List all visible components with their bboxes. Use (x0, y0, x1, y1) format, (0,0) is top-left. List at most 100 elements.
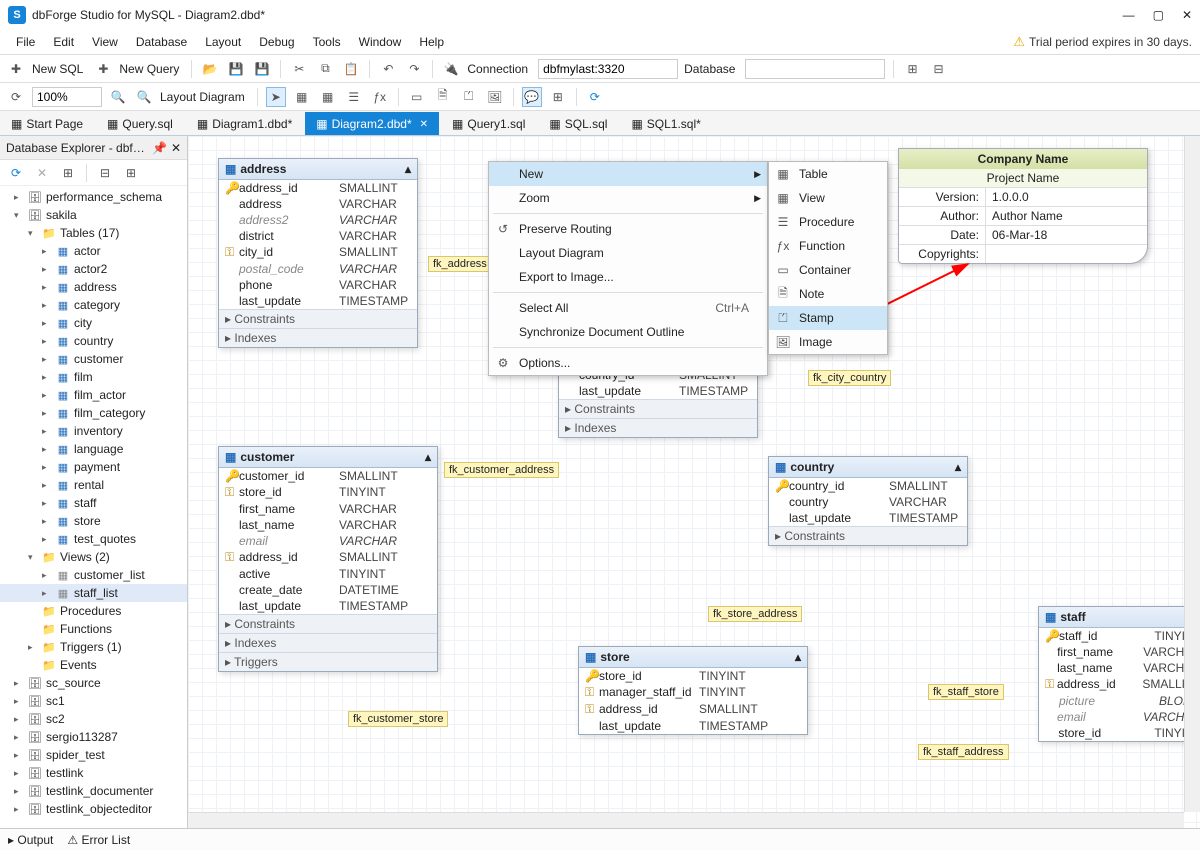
error-list-tab[interactable]: ⚠ Error List (67, 833, 130, 847)
new-sql-button[interactable]: New SQL (32, 62, 83, 76)
add-proc-icon[interactable]: ☰ (344, 87, 364, 107)
tree-node[interactable]: ▸staff (0, 494, 187, 512)
tree-node[interactable]: Events (0, 656, 187, 674)
menu-item[interactable]: Layout Diagram (489, 241, 767, 265)
pointer-icon[interactable]: ➤ (266, 87, 286, 107)
note-toggle-icon[interactable]: 💬 (522, 87, 542, 107)
tree-node[interactable]: ▾Tables (17) (0, 224, 187, 242)
entity-customer[interactable]: ▦customer▴ 🔑customer_idSMALLINT⚿store_id… (218, 446, 438, 672)
menu-item[interactable]: ⏍Stamp (769, 306, 887, 330)
tree-node[interactable]: ▸language (0, 440, 187, 458)
entity-city-partial[interactable]: country_idSMALLINTlast_updateTIMESTAMP▸ … (558, 366, 758, 438)
menu-item[interactable]: ▦View (769, 186, 887, 210)
menu-debug[interactable]: Debug (251, 32, 302, 52)
refresh-tree-icon[interactable]: ⟳ (6, 163, 26, 183)
note-icon[interactable]: 🗎 (433, 87, 453, 107)
close-panel-icon[interactable]: ✕ (171, 141, 181, 155)
context-menu-main[interactable]: New▶Zoom▶ ↺Preserve RoutingLayout Diagram… (488, 161, 768, 376)
menu-item[interactable]: New▶ (489, 162, 767, 186)
minimize-button[interactable]: — (1123, 8, 1135, 22)
tree-node[interactable]: ▸testlink (0, 764, 187, 782)
menu-item[interactable]: ↺Preserve Routing (489, 217, 767, 241)
connection-icon[interactable]: 🔌 (441, 59, 461, 79)
doc-tab[interactable]: ▦Query1.sql (441, 112, 536, 135)
entity-address[interactable]: ▦address▴ 🔑address_idSMALLINTaddressVARC… (218, 158, 418, 348)
collapse-icon[interactable]: ▴ (955, 460, 961, 474)
horizontal-scrollbar[interactable] (188, 812, 1184, 828)
paste-icon[interactable]: 📋 (341, 59, 361, 79)
tree-node[interactable]: ▸actor (0, 242, 187, 260)
tree-node[interactable]: ▸actor2 (0, 260, 187, 278)
doc-tab[interactable]: ▦SQL.sql (538, 112, 618, 135)
tree-node[interactable]: ▸customer_list (0, 566, 187, 584)
cut-icon[interactable]: ✂ (289, 59, 309, 79)
new-sql-icon[interactable]: ✚ (6, 59, 26, 79)
tree-node[interactable]: Functions (0, 620, 187, 638)
new-query-icon[interactable]: ✚ (93, 59, 113, 79)
save-all-icon[interactable]: 💾 (252, 59, 272, 79)
tree-node[interactable]: ▸staff_list (0, 584, 187, 602)
menu-item[interactable]: 🖼Image (769, 330, 887, 354)
menu-item[interactable]: 🗎Note (769, 282, 887, 306)
explorer-tree[interactable]: ▸performance_schema▾sakila▾Tables (17)▸a… (0, 186, 187, 828)
tree-node[interactable]: ▾Views (2) (0, 548, 187, 566)
menu-layout[interactable]: Layout (197, 32, 249, 52)
menu-file[interactable]: File (8, 32, 43, 52)
menu-edit[interactable]: Edit (45, 32, 82, 52)
menu-item[interactable]: Export to Image... (489, 265, 767, 289)
tree-node[interactable]: ▸test_quotes (0, 530, 187, 548)
entity-section[interactable]: ▸ Indexes (559, 418, 757, 437)
tree-node[interactable]: ▸spider_test (0, 746, 187, 764)
doc-tab[interactable]: ▦Start Page (0, 112, 94, 135)
tree-node[interactable]: ▸film (0, 368, 187, 386)
tree-node[interactable]: ▾sakila (0, 206, 187, 224)
tree-node[interactable]: ▸category (0, 296, 187, 314)
menu-item[interactable]: Synchronize Document Outline (489, 320, 767, 344)
image-icon[interactable]: 🖼 (485, 87, 505, 107)
add-func-icon[interactable]: ƒx (370, 87, 390, 107)
delete-tree-icon[interactable]: ✕ (32, 163, 52, 183)
database-combo[interactable] (745, 59, 885, 79)
tree-node[interactable]: ▸city (0, 314, 187, 332)
menu-item[interactable]: Zoom▶ (489, 186, 767, 210)
sync-icon[interactable]: ⟳ (585, 87, 605, 107)
menu-view[interactable]: View (84, 32, 126, 52)
tree-node[interactable]: ▸testlink_objecteditor (0, 800, 187, 818)
entity-section[interactable]: ▸ Constraints (559, 399, 757, 418)
connection-combo[interactable] (538, 59, 678, 79)
collapse-icon[interactable]: ▴ (405, 162, 411, 176)
entity-staff[interactable]: ▦staff 🔑staff_idTINYINTfirst_nameVARCHAR… (1038, 606, 1200, 742)
layout-icon-2[interactable]: ⊟ (928, 59, 948, 79)
open-icon[interactable]: 📂 (200, 59, 220, 79)
entity-section[interactable]: ▸ Constraints (219, 614, 437, 633)
doc-tab[interactable]: ▦SQL1.sql* (620, 112, 711, 135)
doc-tab[interactable]: ▦Query.sql (96, 112, 184, 135)
zoom-combo[interactable] (32, 87, 102, 107)
doc-tab[interactable]: ▦Diagram1.dbd* (186, 112, 303, 135)
output-tab[interactable]: ▸ Output (8, 833, 53, 847)
new-query-button[interactable]: New Query (119, 62, 179, 76)
menu-database[interactable]: Database (128, 32, 195, 52)
stamp-box[interactable]: Company Name Project Name Version:1.0.0.… (898, 148, 1148, 264)
entity-country[interactable]: ▦country▴ 🔑country_idSMALLINTcountryVARC… (768, 456, 968, 546)
tree-node[interactable]: ▸film_category (0, 404, 187, 422)
vertical-scrollbar[interactable] (1184, 136, 1200, 812)
layout-diagram-button[interactable]: Layout Diagram (160, 90, 245, 104)
menu-item[interactable]: ▦Table (769, 162, 887, 186)
undo-icon[interactable]: ↶ (378, 59, 398, 79)
menu-tools[interactable]: Tools (305, 32, 349, 52)
copy-icon[interactable]: ⧉ (315, 59, 335, 79)
tree-node[interactable]: ▸film_actor (0, 386, 187, 404)
tree-node[interactable]: ▸inventory (0, 422, 187, 440)
tree-node[interactable]: ▸customer (0, 350, 187, 368)
tree-node[interactable]: ▸performance_schema (0, 188, 187, 206)
entity-section[interactable]: ▸ Constraints (769, 526, 967, 545)
doc-tab[interactable]: ▦Diagram2.dbd*✕ (305, 112, 439, 135)
collapse-icon[interactable]: ▴ (795, 650, 801, 664)
menu-help[interactable]: Help (411, 32, 452, 52)
add-table-icon[interactable]: ▦ (292, 87, 312, 107)
save-icon[interactable]: 💾 (226, 59, 246, 79)
tree-node[interactable]: ▸sc1 (0, 692, 187, 710)
context-menu-new[interactable]: ▦Table▦View☰ProcedureƒxFunction▭Containe… (768, 161, 888, 355)
tree-node[interactable]: ▸sc2 (0, 710, 187, 728)
